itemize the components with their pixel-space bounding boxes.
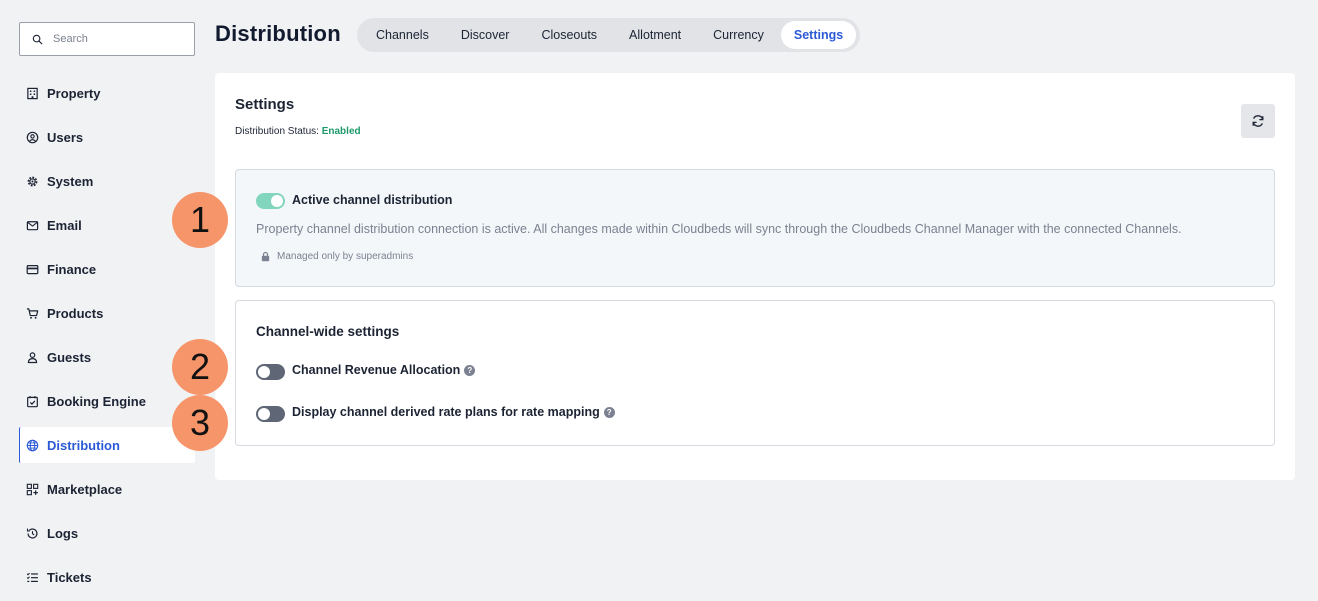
annotation-badge-2: 2 [172, 339, 228, 395]
envelope-icon [25, 218, 39, 232]
sidebar-item-label: Tickets [47, 569, 92, 585]
derived-rate-plans-toggle[interactable] [256, 406, 285, 422]
channel-wide-settings-panel: Channel-wide settings Channel Revenue Al… [235, 300, 1275, 446]
sidebar-item-label: Users [47, 129, 84, 145]
sidebar-item-booking-engine[interactable]: Booking Engine [19, 379, 195, 423]
tab-discover[interactable]: Discover [446, 21, 525, 49]
apps-plus-icon [25, 482, 39, 496]
user-circle-icon [25, 130, 39, 144]
sidebar-item-marketplace[interactable]: Marketplace [19, 467, 195, 511]
sidebar-item-label: Distribution [47, 437, 120, 453]
toggle-knob [258, 408, 270, 420]
help-icon[interactable]: ? [603, 406, 615, 418]
toggle-knob [271, 195, 283, 207]
tab-bar: Channels Discover Closeouts Allotment Cu… [357, 18, 861, 52]
checklist-icon [25, 570, 39, 584]
tab-channels[interactable]: Channels [361, 21, 444, 49]
refresh-icon [1252, 115, 1264, 127]
annotation-badge-1: 1 [172, 192, 228, 248]
sidebar-item-label: Marketplace [47, 481, 123, 497]
sidebar-item-label: Logs [47, 525, 79, 541]
card-title: Settings [235, 96, 295, 113]
sidebar-item-label: System [47, 173, 94, 189]
help-icon[interactable]: ? [464, 364, 476, 376]
settings-card: Settings Distribution Status: Enabled Ac… [215, 73, 1295, 480]
tab-closeouts[interactable]: Closeouts [526, 21, 612, 49]
channel-revenue-allocation-toggle[interactable] [256, 364, 285, 380]
refresh-button[interactable] [1241, 104, 1275, 138]
sidebar-item-label: Products [47, 305, 104, 321]
sidebar-item-label: Finance [47, 261, 97, 277]
channel-revenue-allocation-row: Channel Revenue Allocation ? [292, 363, 476, 377]
search-icon [32, 34, 43, 44]
sidebar-item-system[interactable]: System [19, 159, 195, 203]
managed-note-text: Managed only by superadmins [277, 251, 414, 262]
sidebar-item-distribution[interactable]: Distribution [19, 427, 195, 463]
sidebar-item-guests[interactable]: Guests [19, 335, 195, 379]
sidebar: Property Users System Email Finance Prod… [0, 0, 200, 601]
sidebar-item-property[interactable]: Property [19, 71, 195, 115]
history-icon [25, 526, 39, 540]
annotation-badge-3: 3 [172, 395, 228, 451]
section-title: Channel-wide settings [256, 324, 400, 339]
sidebar-item-tickets[interactable]: Tickets [19, 555, 195, 599]
status-value: Enabled [321, 126, 361, 137]
tab-currency[interactable]: Currency [698, 21, 779, 49]
tab-allotment[interactable]: Allotment [614, 21, 696, 49]
active-distribution-label: Active channel distribution [292, 193, 453, 207]
sidebar-item-products[interactable]: Products [19, 291, 195, 335]
toggle-knob [258, 366, 270, 378]
sidebar-item-finance[interactable]: Finance [19, 247, 195, 291]
lock-icon [261, 251, 270, 262]
sidebar-item-label: Guests [47, 349, 92, 365]
sidebar-item-label: Email [47, 217, 82, 233]
tab-settings[interactable]: Settings [780, 21, 857, 49]
active-distribution-panel: Active channel distribution Property cha… [235, 169, 1275, 287]
cart-icon [25, 306, 39, 320]
active-distribution-description: Property channel distribution connection… [256, 222, 1182, 236]
calendar-check-icon [25, 394, 39, 408]
sidebar-item-users[interactable]: Users [19, 115, 195, 159]
search-input[interactable] [53, 33, 183, 45]
derived-rate-plans-row: Display channel derived rate plans for r… [292, 405, 615, 419]
globe-icon [25, 438, 39, 452]
page-title: Distribution [215, 21, 341, 46]
sidebar-item-email[interactable]: Email [19, 203, 195, 247]
managed-note: Managed only by superadmins [260, 251, 413, 262]
distribution-status: Distribution Status: Enabled [235, 126, 361, 137]
sidebar-item-label: Property [47, 85, 101, 101]
derived-rate-plans-label: Display channel derived rate plans for r… [292, 405, 600, 419]
building-icon [25, 86, 39, 100]
person-icon [25, 350, 39, 364]
sidebar-nav: Property Users System Email Finance Prod… [19, 71, 195, 599]
channel-revenue-allocation-label: Channel Revenue Allocation [292, 363, 461, 377]
search-box[interactable] [19, 22, 195, 56]
active-distribution-toggle[interactable] [256, 193, 285, 209]
gear-icon [25, 174, 39, 188]
credit-card-icon [25, 262, 39, 276]
sidebar-item-label: Booking Engine [47, 393, 146, 409]
status-label: Distribution Status: [235, 126, 319, 137]
sidebar-item-logs[interactable]: Logs [19, 511, 195, 555]
